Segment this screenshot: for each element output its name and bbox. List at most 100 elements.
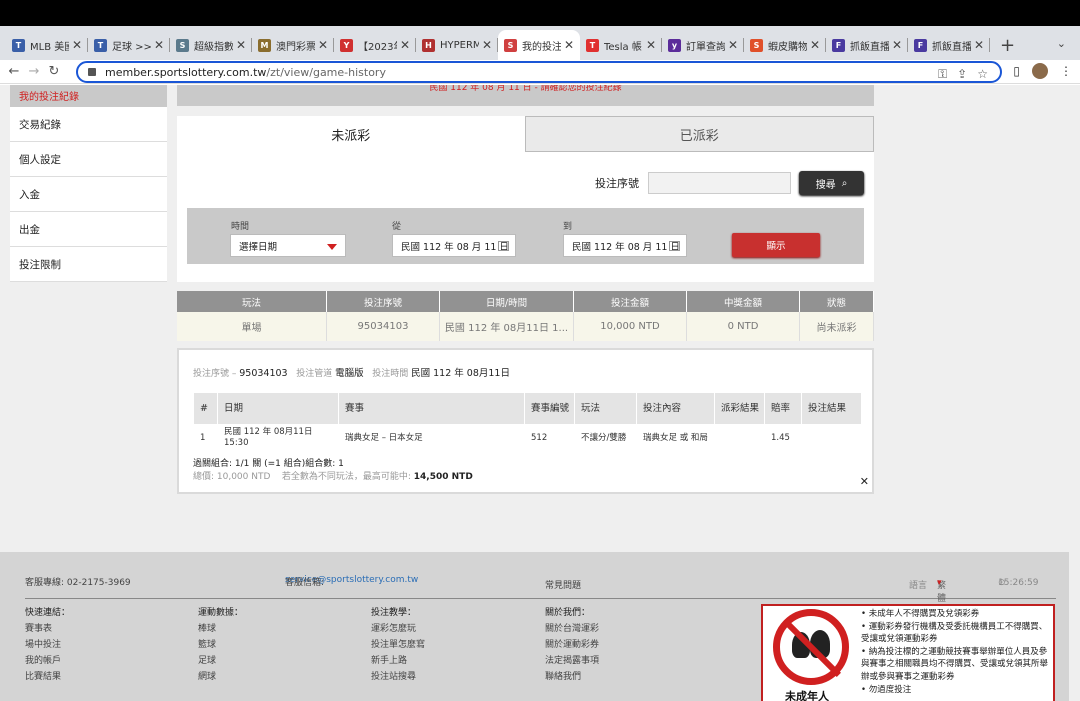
browser-tab[interactable]: S 超級指數 ✕ [170, 30, 252, 60]
close-tab-icon[interactable]: ✕ [482, 38, 492, 52]
footer-link[interactable]: 賽事表 [25, 621, 70, 637]
footer-link[interactable]: 運彩怎麼玩 [371, 621, 425, 637]
browser-tab[interactable]: F 抓飯直播 ✕ [908, 30, 990, 60]
column-header: 狀態 [800, 291, 874, 312]
address-bar[interactable]: member.sportslottery.com.tw/zt/view/game… [76, 61, 1002, 83]
browser-tab[interactable]: T 足球 >> 台✕ [88, 30, 170, 60]
back-icon[interactable]: ← [4, 64, 24, 79]
sidebar-item-withdraw[interactable]: 出金 [10, 212, 167, 247]
lock-icon[interactable] [88, 68, 96, 76]
date-range-select[interactable]: 選擇日期 [230, 234, 346, 257]
browser-tab-strip: TMLB 美國✕T足球 >> 台✕S超級指數✕M澳門彩票✕Y【2023年✕HHY… [0, 26, 1080, 60]
tab-title: HYPERM [440, 39, 479, 51]
channel-value: 電腦版 [335, 368, 364, 379]
footer-link[interactable]: 足球 [198, 653, 243, 669]
menu-kebab-icon[interactable]: ⋮ [1060, 64, 1072, 78]
browser-tab[interactable]: y 訂單查詢 ✕ [662, 30, 744, 60]
clock-value: 15:26:59 [998, 578, 1039, 588]
side-panel-icon[interactable]: ▯ [1013, 64, 1020, 78]
serial-label: 投注序號 [193, 369, 230, 379]
tab-search-chevron-icon[interactable]: ⌄ [1057, 37, 1066, 50]
profile-avatar[interactable] [1032, 63, 1048, 79]
footer-link[interactable]: 新手上路 [371, 653, 425, 669]
footer-link[interactable]: 比賽結果 [25, 669, 70, 685]
from-date-field[interactable]: 民國 112 年 08 月 11 日 [392, 234, 516, 257]
bookmark-star-icon[interactable]: ☆ [977, 67, 988, 81]
browser-tab[interactable]: S 我的投注 ✕ [498, 30, 580, 60]
browser-toolbar: ← → ↻ member.sportslottery.com.tw/zt/vie… [0, 60, 1080, 84]
tab-unsettled[interactable]: 未派彩 [177, 116, 525, 152]
footer-link[interactable]: 我的帳戶 [25, 653, 70, 669]
browser-tab[interactable]: T MLB 美國✕ [6, 30, 88, 60]
close-tab-icon[interactable]: ✕ [892, 38, 902, 52]
table-cell: 95034103 [327, 312, 440, 341]
column-header: 投注金額 [574, 291, 687, 312]
table-row[interactable]: 單場 95034103 民國 112 年 08月11日 1... 10,000 NTD… [177, 312, 874, 341]
footer-link[interactable]: 法定揭露事項 [545, 653, 599, 669]
column-header: # [194, 393, 218, 424]
footer-link[interactable]: 投注單怎麼寫 [371, 637, 425, 653]
dropdown-triangle-icon [327, 244, 337, 250]
browser-tab[interactable]: F 抓飯直播 ✕ [826, 30, 908, 60]
table-cell [802, 424, 862, 452]
date-range-value: 選擇日期 [239, 241, 278, 253]
to-date-field[interactable]: 民國 112 年 08 月 11 日 [563, 234, 687, 257]
close-tab-icon[interactable]: ✕ [646, 38, 656, 52]
url-path: /zt/view/game-history [266, 65, 386, 79]
close-tab-icon[interactable]: ✕ [810, 38, 820, 52]
sidebar-item-deposit[interactable]: 入金 [10, 177, 167, 212]
sidebar-header[interactable]: 我的投注紀錄 [10, 85, 167, 107]
footer-link[interactable]: 聯絡我們 [545, 669, 599, 685]
footer-link[interactable]: 網球 [198, 669, 243, 685]
tab-title: 超級指數 [194, 41, 233, 53]
key-icon[interactable]: ⚿ [938, 67, 947, 82]
browser-tab[interactable]: H HYPERM ✕ [416, 30, 498, 60]
browser-tab[interactable]: Y 【2023年✕ [334, 30, 416, 60]
reload-icon[interactable]: ↻ [44, 64, 64, 79]
sidebar-item-transactions[interactable]: 交易紀錄 [10, 107, 167, 142]
sidebar-item-bet-limits[interactable]: 投注限制 [10, 247, 167, 282]
close-tab-icon[interactable]: ✕ [564, 38, 574, 52]
browser-tab[interactable]: S 蝦皮購物 ✕ [744, 30, 826, 60]
footer-link[interactable]: 籃球 [198, 637, 243, 653]
table-cell: 10,000 NTD [574, 312, 687, 341]
close-tab-icon[interactable]: ✕ [728, 38, 738, 52]
browser-tab[interactable]: M 澳門彩票 ✕ [252, 30, 334, 60]
footer-column-title: 運動數據： [198, 608, 244, 618]
serial-search-label: 投注序號 [595, 177, 639, 190]
footer-link[interactable]: 關於台灣運彩 [545, 621, 599, 637]
table-cell: 瑞典女足 或 和局 [643, 432, 708, 443]
favicon-icon: M [258, 38, 271, 52]
show-button[interactable]: 顯示 [732, 233, 820, 257]
forward-icon[interactable]: → [24, 64, 44, 79]
close-tab-icon[interactable]: ✕ [154, 38, 164, 52]
tab-settled[interactable]: 已派彩 [524, 116, 874, 152]
url-host: member.sportslottery.com.tw [105, 65, 267, 79]
footer-link[interactable]: 關於運動彩券 [545, 637, 599, 653]
bet-meta: 投注序號 – 95034103 投注管道 電腦版 投注時間 民國 112 年 0… [193, 368, 510, 379]
search-icon: ⌕ [841, 177, 848, 189]
footer-link[interactable]: 場中投注 [25, 637, 70, 653]
date-filter-bar: 時間 選擇日期 從 民國 112 年 08 月 11 日 到 民國 112 年 … [187, 208, 864, 264]
table-cell: 512 [531, 432, 548, 443]
close-icon[interactable]: ✕ [860, 475, 869, 488]
close-tab-icon[interactable]: ✕ [318, 38, 328, 52]
close-tab-icon[interactable]: ✕ [236, 38, 246, 52]
close-tab-icon[interactable]: ✕ [974, 38, 984, 52]
faq-link[interactable]: 常見問題 [545, 578, 581, 591]
sidebar-item-settings[interactable]: 個人設定 [10, 142, 167, 177]
browser-tab[interactable]: T Tesla 帳 ✕ [580, 30, 662, 60]
new-tab-icon[interactable]: + [990, 30, 1025, 60]
footer-link[interactable]: 投注站搜尋 [371, 669, 425, 685]
table-cell: 不讓分/雙勝 [581, 432, 627, 443]
close-tab-icon[interactable]: ✕ [72, 38, 82, 52]
to-label: 到 [563, 222, 573, 232]
share-icon[interactable]: ⇪ [957, 67, 967, 81]
table-row: 1 民國 112 年 08月11日 15:30 瑞典女足 – 日本女足 512 不讓分/… [194, 424, 862, 452]
close-tab-icon[interactable]: ✕ [400, 38, 410, 52]
search-button[interactable]: 搜尋 ⌕ [799, 171, 864, 195]
column-header: 賠率 [765, 393, 802, 424]
table-cell: 1 [200, 432, 206, 443]
footer-link[interactable]: 棒球 [198, 621, 243, 637]
serial-search-input[interactable] [648, 172, 791, 194]
